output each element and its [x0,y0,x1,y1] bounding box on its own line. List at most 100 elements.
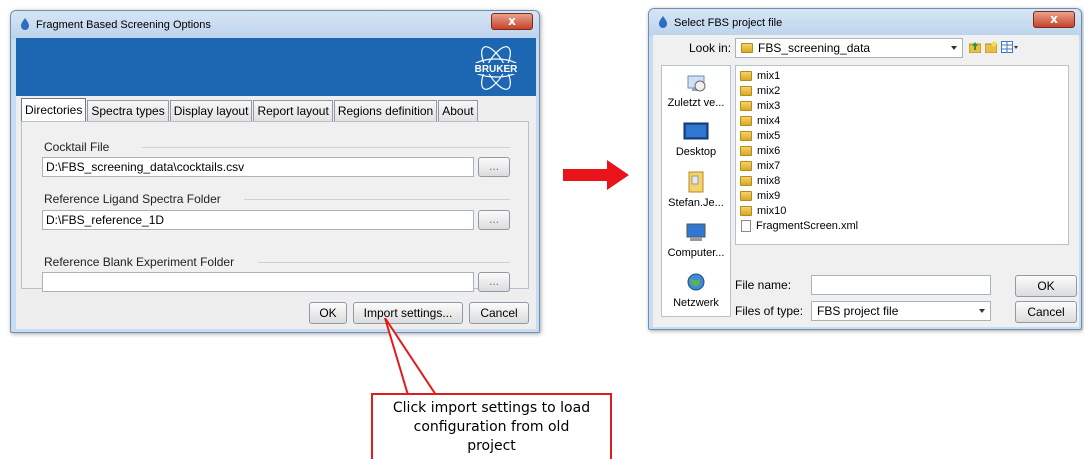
select-project-file-dialog: Select FBS project file x Look in: FBS_s… [648,8,1082,330]
place-recent-label: Zuletzt ve... [667,97,725,109]
file-name: mix7 [757,160,781,172]
list-item[interactable]: mix6 [740,144,780,158]
new-folder-icon[interactable] [985,41,997,53]
folder-icon [740,176,752,186]
list-item[interactable]: mix1 [740,69,780,83]
tab-display-layout[interactable]: Display layout [169,100,253,121]
place-recent[interactable]: Zuletzt ve... [662,72,730,109]
fbs-options-dialog: Fragment Based Screening Options x BRUKE… [10,10,540,333]
file-type-value: FBS project file [817,304,899,318]
callout-line-2: configuration from old [413,419,570,435]
cocktail-browse-button[interactable]: ... [478,157,510,177]
place-desktop-label: Desktop [675,146,717,158]
callout-line-1: Click import settings to load [392,400,591,416]
list-item[interactable]: mix2 [740,84,780,98]
tab-bar: Directories Spectra types Display layout… [21,98,479,121]
place-computer-label: Computer... [667,247,725,259]
right-arrow-icon [563,160,629,190]
folder-icon [740,191,752,201]
user-folder-icon [688,171,704,193]
look-in-value: FBS_screening_data [758,41,871,55]
place-computer[interactable]: Computer... [662,222,730,259]
places-sidebar: Zuletzt ve... Desktop Stefan.Je... Compu… [661,65,731,317]
folder-icon [740,146,752,156]
file-name-label: File name: [735,278,792,292]
file-name: mix6 [757,145,781,157]
options-panel: Directories Spectra types Display layout… [16,96,536,329]
file-name: mix8 [757,175,781,187]
place-desktop[interactable]: Desktop [662,121,730,158]
folder-icon [740,116,752,126]
app-icon [659,16,667,28]
folder-icon [740,71,752,81]
callout-text: Click import settings to load configurat… [373,399,610,456]
file-dialog-title-bar[interactable]: Select FBS project file x [649,9,1081,37]
place-network[interactable]: Netzwerk [662,272,730,309]
reference-blank-browse-button[interactable]: ... [478,272,510,292]
file-name-input[interactable] [811,275,991,295]
file-name: mix4 [757,115,781,127]
list-item[interactable]: mix8 [740,174,780,188]
tab-about[interactable]: About [438,100,478,121]
close-button[interactable]: x [491,13,533,30]
fbs-dialog-title: Fragment Based Screening Options [36,19,211,31]
place-network-label: Netzwerk [673,297,719,309]
file-name: mix10 [757,205,787,217]
tab-regions-definition[interactable]: Regions definition [333,100,438,121]
cocktail-file-field[interactable]: D:\FBS_screening_data\cocktails.csv [42,157,474,177]
file-dialog-title: Select FBS project file [674,17,783,29]
file-type-select[interactable]: FBS project file [811,301,991,321]
file-name: FragmentScreen.xml [756,220,859,232]
tab-directories[interactable]: Directories [21,98,87,121]
ok-button[interactable]: OK [1015,275,1077,297]
place-user-label: Stefan.Je... [668,197,724,209]
view-menu-icon[interactable] [1001,41,1019,53]
look-in-combo[interactable]: FBS_screening_data [735,38,963,58]
cancel-button[interactable]: Cancel [1015,301,1077,323]
divider [142,147,510,148]
list-item[interactable]: mix3 [740,99,780,113]
file-name: mix1 [757,70,781,82]
bruker-logo-text: BRUKER [475,64,519,75]
file-list[interactable]: mix1 mix2 mix3 mix4 mix5 mix6 mix7 mix8 … [735,65,1069,245]
reference-ligand-label: Reference Ligand Spectra Folder [44,192,221,206]
callout-line-3: project [467,438,516,454]
reference-blank-label: Reference Blank Experiment Folder [44,255,235,269]
fbs-title-bar[interactable]: Fragment Based Screening Options x [11,11,539,39]
reference-blank-field[interactable] [42,272,474,292]
chevron-down-icon [951,46,957,50]
place-user[interactable]: Stefan.Je... [662,170,730,209]
list-item[interactable]: FragmentScreen.xml [740,219,858,233]
close-button[interactable]: x [1033,11,1075,28]
reference-ligand-field[interactable]: D:\FBS_reference_1D [42,210,474,230]
file-name: mix2 [757,85,781,97]
desktop-icon [683,122,709,140]
file-name: mix5 [757,130,781,142]
folder-icon [740,206,752,216]
recent-icon [687,75,706,92]
tab-spectra-types[interactable]: Spectra types [87,100,169,121]
chevron-down-icon [979,309,985,313]
list-item[interactable]: mix7 [740,159,780,173]
divider [244,199,510,200]
file-icon [741,220,751,232]
file-name: mix3 [757,100,781,112]
tab-report-layout[interactable]: Report layout [253,100,333,121]
app-icon [21,18,29,30]
folder-icon [740,86,752,96]
reference-ligand-browse-button[interactable]: ... [478,210,510,230]
folder-icon [741,43,753,53]
look-in-label: Look in: [689,41,732,55]
list-item[interactable]: mix10 [740,204,786,218]
up-folder-icon[interactable] [969,41,981,53]
cocktail-file-label: Cocktail File [44,140,110,154]
cancel-button[interactable]: Cancel [469,302,529,324]
network-icon [687,273,705,291]
list-item[interactable]: mix5 [740,129,780,143]
callout-box: Click import settings to load configurat… [371,393,612,459]
list-item[interactable]: mix9 [740,189,780,203]
list-item[interactable]: mix4 [740,114,780,128]
ok-button[interactable]: OK [309,302,347,324]
file-dialog-body: Look in: FBS_screening_data Zuletzt ve..… [653,35,1079,327]
folder-icon [740,161,752,171]
